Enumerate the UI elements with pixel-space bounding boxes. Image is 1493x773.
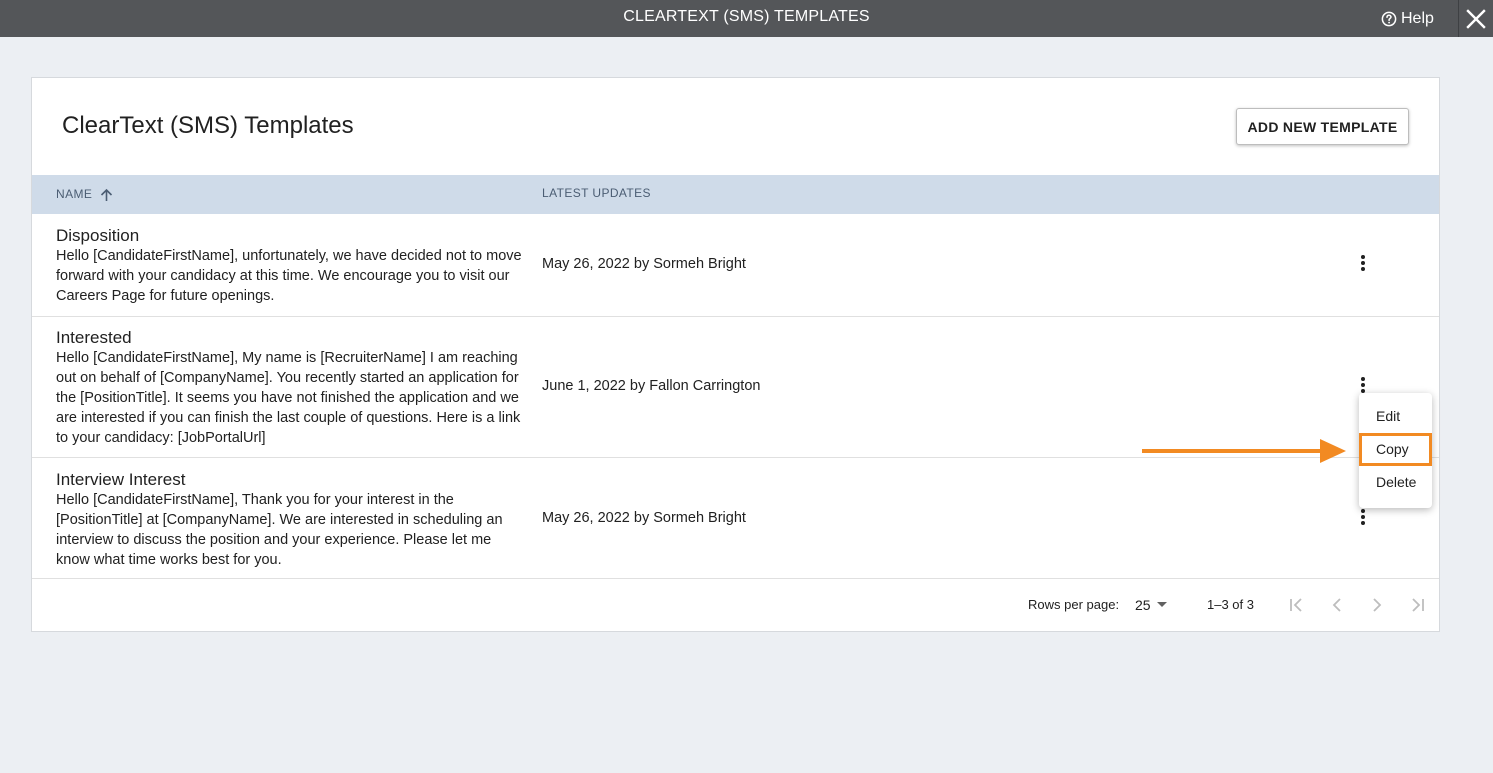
window-title: CLEARTEXT (SMS) TEMPLATES	[623, 8, 870, 25]
template-name: Interview Interest	[56, 470, 186, 489]
previous-page-button[interactable]	[1325, 594, 1349, 616]
menu-item-copy[interactable]: Copy	[1359, 433, 1432, 466]
column-header-latest-updates[interactable]: LATEST UPDATES	[542, 175, 651, 214]
template-updated: June 1, 2022 by Fallon Carrington	[542, 378, 761, 394]
row-actions-button[interactable]	[1352, 505, 1374, 529]
table-row[interactable]: Interview Interest Hello [CandidateFirst…	[32, 458, 1439, 579]
table-row[interactable]: Disposition Hello [CandidateFirstName], …	[32, 214, 1439, 317]
table-pagination: Rows per page: 25 1–3 of 3	[32, 578, 1439, 631]
first-page-button[interactable]	[1285, 594, 1309, 616]
row-context-menu: Edit Copy Delete	[1359, 393, 1432, 508]
close-button[interactable]	[1458, 0, 1493, 37]
help-icon	[1381, 11, 1397, 26]
first-page-icon	[1290, 598, 1302, 612]
rows-per-page-select[interactable]: 25	[1135, 595, 1167, 615]
column-header-name[interactable]: NAME	[56, 175, 113, 214]
template-body: Hello [CandidateFirstName], Thank you fo…	[56, 492, 503, 568]
last-page-icon	[1412, 598, 1424, 612]
next-page-button[interactable]	[1365, 594, 1389, 616]
add-new-template-button[interactable]: ADD NEW TEMPLATE	[1236, 108, 1409, 145]
template-updated: May 26, 2022 by Sormeh Bright	[542, 510, 746, 526]
chevron-left-icon	[1332, 598, 1341, 612]
annotation-arrow-icon	[1142, 439, 1346, 463]
help-label: Help	[1401, 9, 1434, 27]
chevron-right-icon	[1373, 598, 1382, 612]
caret-down-icon	[1156, 602, 1167, 607]
last-page-button[interactable]	[1405, 594, 1429, 616]
template-body: Hello [CandidateFirstName], My name is […	[56, 350, 521, 446]
more-vertical-icon	[1361, 255, 1365, 271]
template-name: Disposition	[56, 226, 140, 245]
rows-per-page-value: 25	[1135, 597, 1151, 613]
more-vertical-icon	[1361, 377, 1365, 393]
template-updated: May 26, 2022 by Sormeh Bright	[542, 256, 746, 272]
table-row[interactable]: Interested Hello [CandidateFirstName], M…	[32, 317, 1439, 458]
more-vertical-icon	[1361, 509, 1365, 525]
templates-card: ClearText (SMS) Templates ADD NEW TEMPLA…	[31, 77, 1440, 632]
table-header: NAME LATEST UPDATES	[32, 175, 1439, 214]
pagination-range: 1–3 of 3	[1207, 597, 1254, 612]
rows-per-page-label: Rows per page:	[1028, 597, 1120, 612]
row-actions-button[interactable]	[1352, 251, 1374, 275]
help-link[interactable]: Help	[1381, 0, 1434, 37]
column-name-label: NAME	[56, 187, 93, 201]
sort-ascending-icon	[101, 188, 113, 201]
menu-item-delete[interactable]: Delete	[1359, 466, 1432, 499]
title-bar: CLEARTEXT (SMS) TEMPLATES Help	[0, 0, 1493, 37]
template-name: Interested	[56, 328, 132, 347]
template-body: Hello [CandidateFirstName], unfortunatel…	[56, 248, 522, 304]
page-title: ClearText (SMS) Templates	[62, 112, 354, 139]
menu-item-edit[interactable]: Edit	[1359, 400, 1432, 433]
close-icon	[1466, 8, 1486, 29]
